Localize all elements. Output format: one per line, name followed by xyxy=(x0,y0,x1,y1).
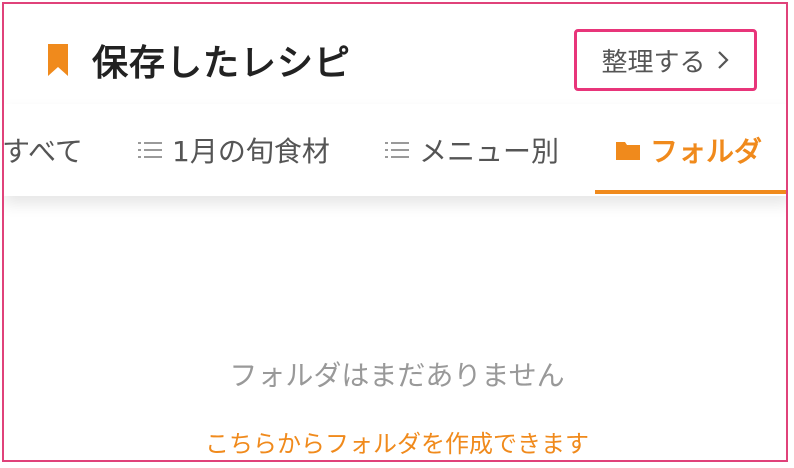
tab-label: フォルダ xyxy=(650,135,763,168)
tab-label: メニュー別 xyxy=(419,135,560,168)
chevron-right-icon xyxy=(717,51,729,69)
tab-label: すべて xyxy=(2,135,83,168)
create-folder-link[interactable]: こちらからフォルダを作成できます xyxy=(4,424,786,459)
tab-bar: すべて 1月の旬食材 メニュー別 フォルダ xyxy=(2,104,786,196)
app-frame: 保存したレシピ 整理する すべて 1月の旬食材 メニュー別 フォルダ フォルダは… xyxy=(2,2,788,462)
organize-button[interactable]: 整理する xyxy=(574,29,757,91)
organize-button-label: 整理する xyxy=(601,47,706,78)
tab-menu[interactable]: メニュー別 xyxy=(385,126,559,174)
tab-seasonal[interactable]: 1月の旬食材 xyxy=(138,126,330,174)
header: 保存したレシピ 整理する xyxy=(4,4,786,104)
list-icon xyxy=(138,142,162,158)
list-icon xyxy=(385,142,409,158)
tab-folder[interactable]: フォルダ xyxy=(616,126,762,174)
empty-state: フォルダはまだありません こちらからフォルダを作成できます xyxy=(4,196,786,460)
bookmark-icon xyxy=(48,44,68,76)
active-tab-indicator xyxy=(595,190,786,194)
page-title: 保存したレシピ xyxy=(92,43,352,84)
tab-label: 1月の旬食材 xyxy=(172,135,330,168)
tab-all[interactable]: すべて xyxy=(2,126,83,174)
empty-message: フォルダはまだありません xyxy=(229,359,565,392)
folder-icon xyxy=(616,142,640,160)
